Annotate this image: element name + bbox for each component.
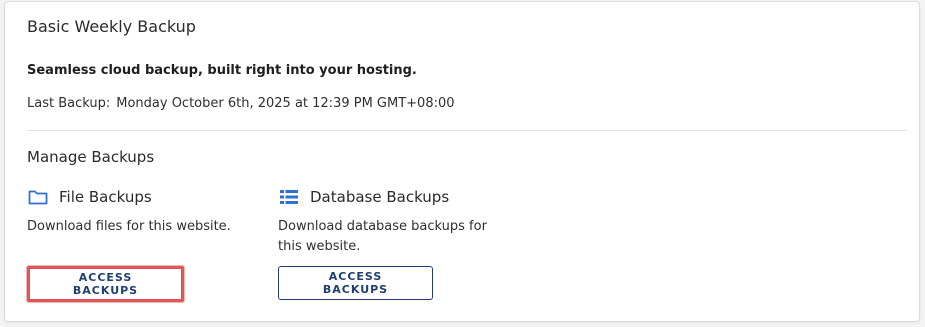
card-title: Basic Weekly Backup — [27, 17, 196, 36]
last-backup-value: Monday October 6th, 2025 at 12:39 PM GMT… — [116, 96, 455, 111]
last-backup-label: Last Backup: — [27, 96, 111, 111]
database-backups-label: Database Backups — [310, 188, 450, 206]
manage-backups-title: Manage Backups — [27, 148, 155, 166]
database-backups-section: Database Backups Download database backu… — [278, 185, 503, 257]
file-backups-description: Download files for this website. — [27, 219, 231, 234]
access-database-backups-button[interactable]: ACCESS BACKUPS — [278, 266, 433, 300]
file-backups-label: File Backups — [59, 188, 152, 206]
file-backups-header: File Backups — [27, 185, 252, 209]
list-icon — [278, 188, 300, 206]
backup-card: Basic Weekly Backup Seamless cloud backu… — [4, 1, 920, 322]
folder-icon — [27, 188, 49, 206]
access-file-backups-button[interactable]: ACCESS BACKUPS — [27, 266, 184, 302]
divider — [27, 130, 907, 131]
file-backups-section: File Backups Download files for this web… — [27, 185, 252, 237]
database-backups-header: Database Backups — [278, 185, 503, 209]
last-backup-info: Last Backup: Monday October 6th, 2025 at … — [27, 96, 455, 111]
database-backups-description: Download database backups for this websi… — [278, 219, 487, 254]
backup-tagline: Seamless cloud backup, built right into … — [27, 63, 417, 78]
